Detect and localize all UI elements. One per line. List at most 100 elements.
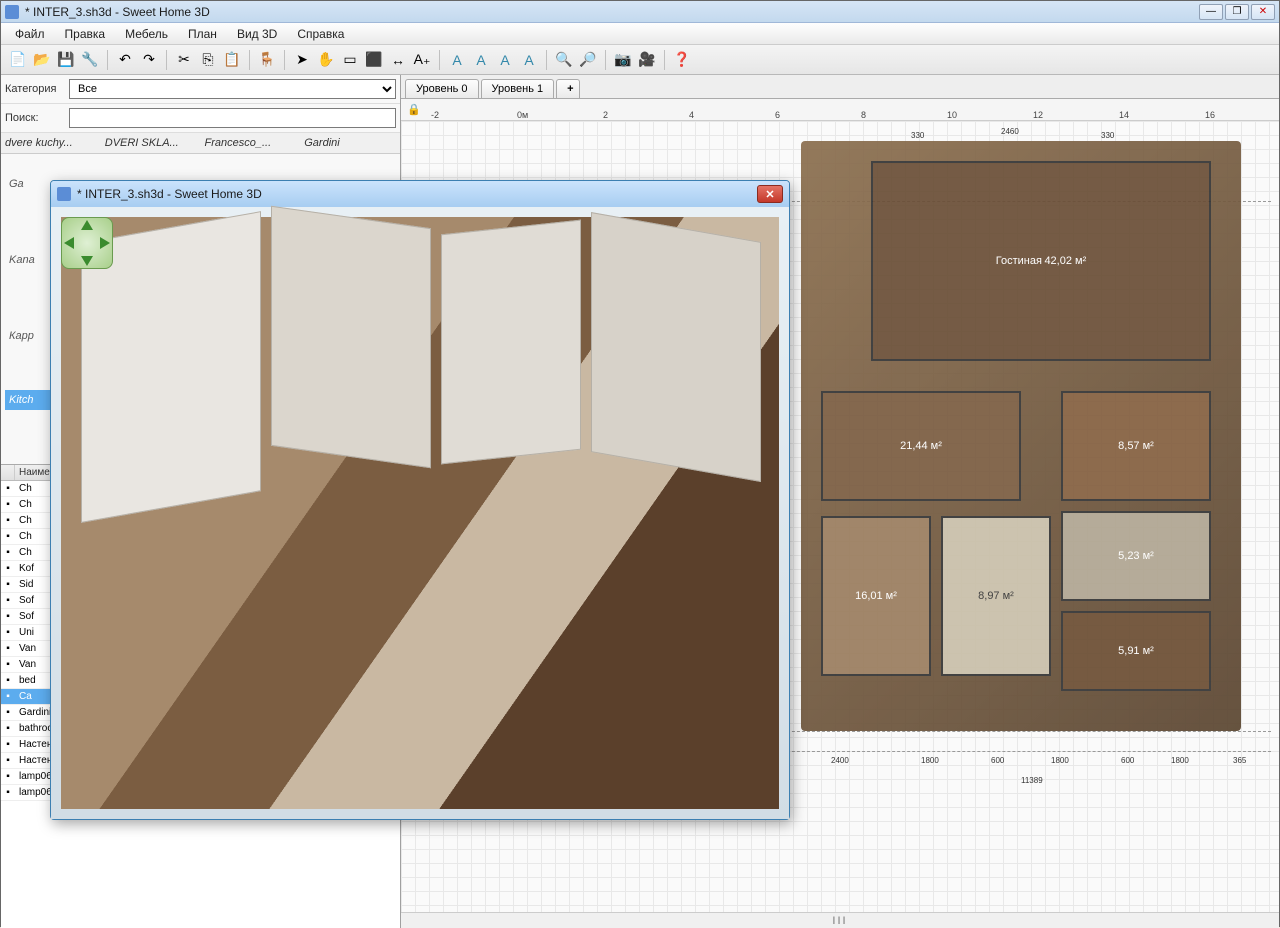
separator [249, 50, 250, 70]
menu-plan[interactable]: План [178, 24, 227, 44]
arrow-up-icon[interactable] [81, 220, 93, 230]
room-area: 42,02 м² [1044, 255, 1086, 267]
lock-icon[interactable]: 🔒 [405, 101, 423, 119]
view-3d[interactable] [51, 207, 789, 819]
room-area: 16,01 м² [855, 590, 897, 602]
minimize-button[interactable]: — [1199, 4, 1223, 20]
furniture-item-icon: ▪ [1, 483, 15, 494]
catalog-header[interactable]: dvere kuchy... [1, 135, 101, 151]
ruler-tick: 16 [1205, 110, 1215, 120]
detached-titlebar[interactable]: * INTER_3.sh3d - Sweet Home 3D ✕ [51, 181, 789, 207]
room-area: 8,57 м² [1118, 440, 1154, 452]
arrow-right-icon[interactable] [100, 237, 110, 249]
dim-label: 1800 [921, 756, 939, 765]
category-select[interactable]: Все [69, 79, 396, 99]
help-icon[interactable]: ❓ [671, 49, 693, 71]
scroll-handle-icon[interactable]: III [832, 915, 847, 927]
add-furniture-icon[interactable]: 🪑 [256, 49, 278, 71]
room-icon[interactable]: ⬛ [363, 49, 385, 71]
maximize-button[interactable]: ❐ [1225, 4, 1249, 20]
ruler-tick: 14 [1119, 110, 1129, 120]
furniture-item-icon: ▪ [1, 627, 15, 638]
room: 5,91 м² [1061, 611, 1211, 691]
menu-edit[interactable]: Правка [55, 24, 116, 44]
dim-label: 2400 [831, 756, 849, 765]
separator [439, 50, 440, 70]
furniture-item-icon: ▪ [1, 611, 15, 622]
camera-icon[interactable]: 📷 [612, 49, 634, 71]
dim-label: 600 [991, 756, 1004, 765]
furniture-item-icon: ▪ [1, 579, 15, 590]
detached-3d-window[interactable]: * INTER_3.sh3d - Sweet Home 3D ✕ [50, 180, 790, 820]
open-icon[interactable]: 📂 [31, 49, 53, 71]
plan-scrollbar[interactable]: III [401, 912, 1279, 928]
furniture-item-icon: ▪ [1, 771, 15, 782]
copy-icon[interactable]: ⎘ [197, 49, 219, 71]
new-icon[interactable]: 📄 [7, 49, 29, 71]
paste-icon[interactable]: 📋 [221, 49, 243, 71]
wall-icon[interactable]: ▭ [339, 49, 361, 71]
detached-title: * INTER_3.sh3d - Sweet Home 3D [77, 187, 757, 201]
furniture-col-icon[interactable] [1, 465, 15, 480]
text-small-icon[interactable]: A [446, 49, 468, 71]
separator [166, 50, 167, 70]
level-tab-add[interactable]: + [556, 79, 580, 98]
separator [664, 50, 665, 70]
separator [107, 50, 108, 70]
cut-icon[interactable]: ✂ [173, 49, 195, 71]
ruler-tick: 0м [517, 110, 528, 120]
furniture-item-icon: ▪ [1, 547, 15, 558]
menu-furniture[interactable]: Мебель [115, 24, 178, 44]
catalog-header[interactable]: Francesco_... [201, 135, 301, 151]
furniture-item-icon: ▪ [1, 755, 15, 766]
ruler-tick: 6 [775, 110, 780, 120]
furniture-item-icon: ▪ [1, 723, 15, 734]
dim-label: 2460 [1001, 127, 1019, 136]
titlebar: * INTER_3.sh3d - Sweet Home 3D — ❐ ✕ [1, 1, 1279, 23]
detached-close-button[interactable]: ✕ [757, 185, 783, 203]
catalog-header[interactable]: Gardini [300, 135, 400, 151]
catalog-header[interactable]: DVERI SKLA... [101, 135, 201, 151]
app-icon [57, 187, 71, 201]
dim-label: 365 [1233, 756, 1246, 765]
room-area: 5,91 м² [1118, 645, 1154, 657]
furniture-item-icon: ▪ [1, 739, 15, 750]
dim-label: 330 [911, 131, 924, 140]
arrow-down-icon[interactable] [81, 256, 93, 266]
save-icon[interactable]: 💾 [55, 49, 77, 71]
text-huge-icon[interactable]: A [518, 49, 540, 71]
prefs-icon[interactable]: 🔧 [79, 49, 101, 71]
close-button[interactable]: ✕ [1251, 4, 1275, 20]
category-row: Категория Все [1, 75, 400, 104]
zoom-out-icon[interactable]: 🔎 [577, 49, 599, 71]
menu-3dview[interactable]: Вид 3D [227, 24, 287, 44]
room-living: Гостиная 42,02 м² [871, 161, 1211, 361]
dim-label: 1800 [1051, 756, 1069, 765]
category-label: Категория [5, 83, 65, 95]
text-icon[interactable]: A₊ [411, 49, 433, 71]
dimension-icon[interactable]: ↔ [387, 49, 409, 71]
pan-icon[interactable]: ✋ [315, 49, 337, 71]
text-med-icon[interactable]: A [470, 49, 492, 71]
room: 21,44 м² [821, 391, 1021, 501]
redo-icon[interactable]: ↷ [138, 49, 160, 71]
video-icon[interactable]: 🎥 [636, 49, 658, 71]
menu-help[interactable]: Справка [287, 24, 354, 44]
level-tab-0[interactable]: Уровень 0 [405, 79, 479, 98]
separator [284, 50, 285, 70]
zoom-in-icon[interactable]: 🔍 [553, 49, 575, 71]
search-input[interactable] [69, 108, 396, 128]
menu-file[interactable]: Файл [5, 24, 55, 44]
arrow-left-icon[interactable] [64, 237, 74, 249]
app-icon [5, 5, 19, 19]
room: 5,23 м² [1061, 511, 1211, 601]
dim-label: 1800 [1171, 756, 1189, 765]
dim-total: 11389 [1021, 776, 1043, 785]
undo-icon[interactable]: ↶ [114, 49, 136, 71]
level-tab-1[interactable]: Уровень 1 [481, 79, 555, 98]
select-icon[interactable]: ➤ [291, 49, 313, 71]
text-big-icon[interactable]: A [494, 49, 516, 71]
furniture-item-icon: ▪ [1, 675, 15, 686]
nav-compass[interactable] [61, 217, 113, 269]
floorplan[interactable]: Гостиная 42,02 м² 21,44 м² 8,57 м² 5,23 … [801, 141, 1241, 731]
